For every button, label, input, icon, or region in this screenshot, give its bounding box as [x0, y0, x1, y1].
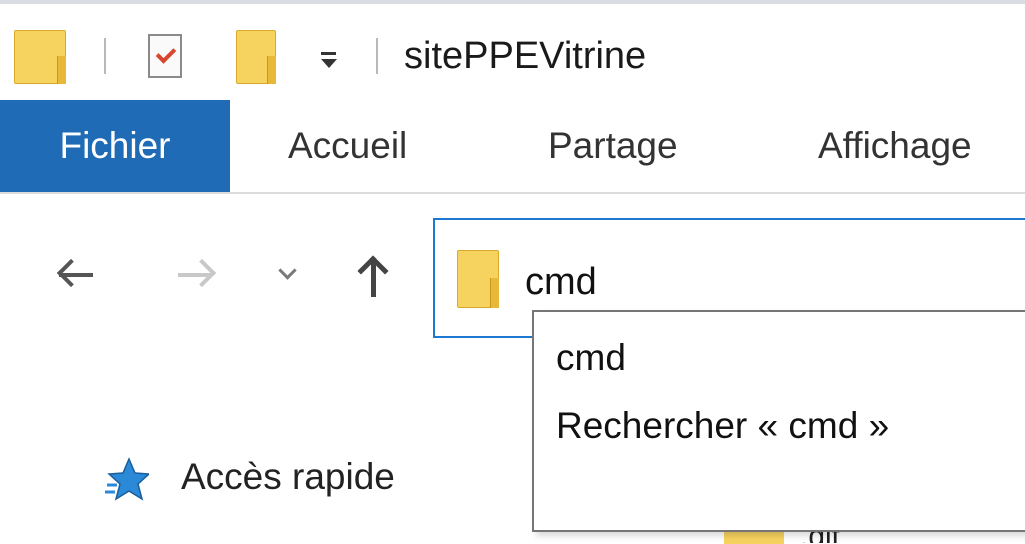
window-title: sitePPEVitrine	[404, 35, 647, 77]
forward-arrow-icon[interactable]	[178, 258, 218, 292]
new-folder-icon[interactable]	[236, 30, 276, 84]
properties-check-icon[interactable]	[148, 34, 182, 78]
quick-access-label: Accès rapide	[181, 456, 395, 497]
tab-accueil[interactable]: Accueil	[288, 100, 407, 192]
title-bar: sitePPEVitrine	[0, 4, 1025, 100]
star-icon	[105, 457, 149, 501]
back-arrow-icon[interactable]	[55, 258, 95, 292]
folder-icon	[457, 250, 499, 308]
up-arrow-icon[interactable]	[355, 255, 391, 299]
autocomplete-dropdown: cmd Rechercher « cmd »	[532, 310, 1025, 532]
address-input[interactable]: cmd	[525, 260, 597, 304]
chevron-down-icon[interactable]	[278, 261, 297, 280]
tab-affichage[interactable]: Affichage	[818, 100, 972, 192]
toolbar-separator	[104, 38, 106, 74]
autocomplete-item-cmd[interactable]: cmd	[556, 336, 626, 380]
customize-toolbar-icon[interactable]	[318, 42, 338, 72]
tab-partage[interactable]: Partage	[548, 100, 678, 192]
folder-icon[interactable]	[14, 30, 66, 84]
tab-fichier[interactable]: Fichier	[0, 100, 230, 192]
ribbon-tabs: Fichier Accueil Partage Affichage	[0, 100, 1025, 194]
toolbar-separator	[376, 38, 378, 74]
autocomplete-item-search[interactable]: Rechercher « cmd »	[556, 404, 889, 448]
